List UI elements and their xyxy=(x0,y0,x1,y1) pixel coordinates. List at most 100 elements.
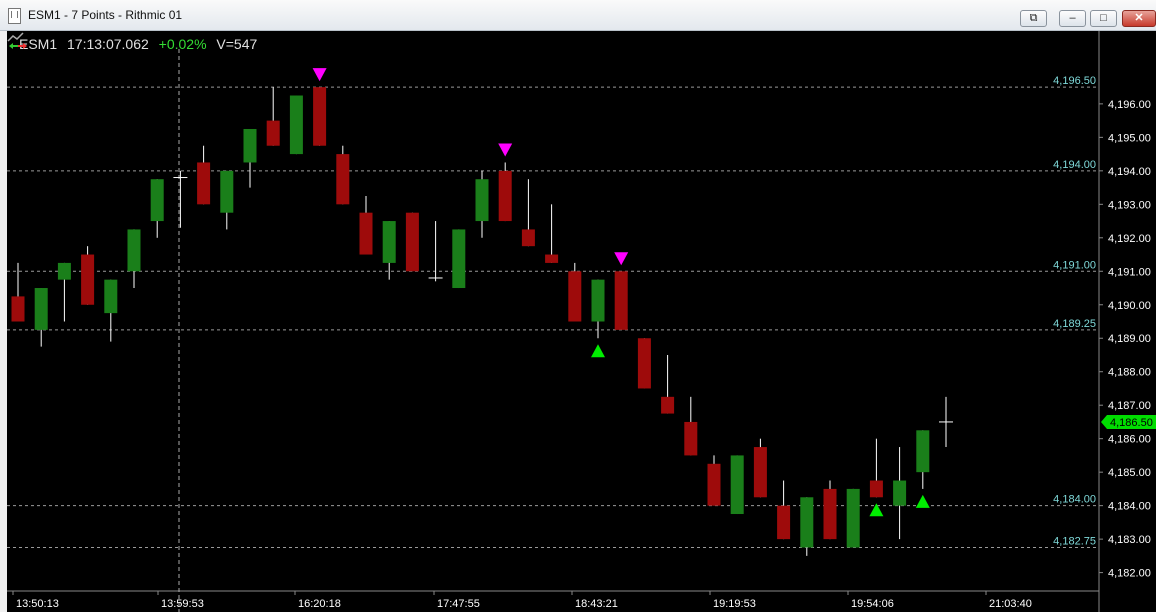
x-tick-label: 13:59:53 xyxy=(161,598,204,610)
candle-body xyxy=(730,455,744,515)
maximize-button[interactable]: □ xyxy=(1090,10,1117,27)
candle-body xyxy=(220,170,234,213)
candle-body xyxy=(104,279,118,314)
instrument-info: ESM1 17:13:07.062 +0.02% V=547 xyxy=(19,36,263,52)
volume: V=547 xyxy=(216,36,258,52)
candle xyxy=(800,497,814,556)
candle-body xyxy=(707,463,721,506)
candle-body xyxy=(800,497,814,548)
sell-signal-arrow xyxy=(614,252,629,266)
candle xyxy=(57,262,71,322)
candle xyxy=(568,262,582,322)
level-label: 4,184.00 xyxy=(1053,494,1096,506)
candle xyxy=(475,170,489,238)
candle xyxy=(34,288,48,347)
buy-signal-arrow xyxy=(915,494,930,508)
candle-body xyxy=(521,229,535,247)
minimize-button[interactable]: – xyxy=(1059,10,1086,27)
candle-body xyxy=(753,447,767,498)
candle-body xyxy=(197,162,211,205)
candle-body xyxy=(498,170,512,222)
candle xyxy=(359,195,373,255)
candle-body xyxy=(916,430,930,473)
candle xyxy=(173,170,188,228)
window-title: ESM1 - 7 Points - Rithmic 01 xyxy=(28,8,183,22)
y-tick-label: 4,195.00 xyxy=(1108,132,1151,144)
y-tick-label: 4,184.00 xyxy=(1108,501,1151,513)
candle-body xyxy=(34,288,48,330)
chart-trader-icon[interactable] xyxy=(7,31,29,51)
candle-body xyxy=(336,154,350,205)
x-tick-label: 19:54:06 xyxy=(851,598,894,610)
price-chart[interactable]: 4,196.00 4,195.00 4,194.00 4,193.00 4,192.00… xyxy=(7,31,1156,612)
y-tick-label: 4,194.00 xyxy=(1108,166,1151,178)
y-tick-label: 4,183.00 xyxy=(1108,534,1151,546)
candle-body xyxy=(382,221,396,263)
candle xyxy=(545,204,559,263)
y-tick-label: 4,196.00 xyxy=(1108,99,1151,111)
candle-body xyxy=(127,229,141,272)
candle xyxy=(846,488,860,548)
candle-body xyxy=(568,271,582,322)
level-label: 4,194.00 xyxy=(1053,159,1096,171)
level-label: 4,196.50 xyxy=(1053,75,1096,87)
y-tick-label: 4,182.00 xyxy=(1108,568,1151,580)
y-tick-label: 4,188.00 xyxy=(1108,367,1151,379)
candle xyxy=(661,354,675,414)
candle xyxy=(104,279,118,342)
candle-body xyxy=(11,296,25,322)
candle-body xyxy=(475,179,489,222)
candle-body xyxy=(637,338,651,389)
candle-body xyxy=(869,480,883,498)
candle-body xyxy=(405,212,419,272)
candle-body xyxy=(243,128,257,163)
candle xyxy=(498,162,512,222)
last-time: 17:13:07.062 xyxy=(67,36,149,52)
level-label: 4,191.00 xyxy=(1053,259,1096,271)
candle xyxy=(452,229,466,289)
change-percent: +0.02% xyxy=(158,36,207,52)
x-tick-label: 16:20:18 xyxy=(298,598,341,610)
candle xyxy=(777,480,791,540)
x-tick-label: 21:03:40 xyxy=(989,598,1032,610)
candle-body xyxy=(57,262,71,280)
buy-signal-arrow xyxy=(591,344,605,358)
candle-body xyxy=(823,488,837,540)
candle-body xyxy=(846,488,860,548)
candle-body xyxy=(81,254,95,305)
candle xyxy=(869,438,883,498)
y-tick-label: 4,189.00 xyxy=(1108,333,1151,345)
candle xyxy=(707,455,721,506)
x-tick-label: 19:19:53 xyxy=(713,598,756,610)
candle xyxy=(197,145,211,205)
y-tick-label: 4,185.00 xyxy=(1108,467,1151,479)
candle xyxy=(405,212,419,272)
candle-body xyxy=(591,279,605,322)
candle-body xyxy=(313,87,327,146)
title-bar: ESM1 - 7 Points - Rithmic 01 ⧉ – □ ✕ xyxy=(0,0,1156,31)
candle xyxy=(313,87,327,146)
candle xyxy=(81,246,95,305)
candle xyxy=(127,229,141,289)
candle xyxy=(521,179,535,247)
candle xyxy=(428,221,443,282)
candle-body xyxy=(684,421,698,456)
chart-panel[interactable]: 4,196.00 4,195.00 4,194.00 4,193.00 4,192.00… xyxy=(7,31,1156,612)
x-tick-label: 17:47:55 xyxy=(437,598,480,610)
y-tick-label: 4,187.00 xyxy=(1108,400,1151,412)
candle xyxy=(916,430,930,489)
level-label: 4,189.25 xyxy=(1053,318,1096,330)
y-tick-label: 4,193.00 xyxy=(1108,199,1151,211)
candle xyxy=(939,396,953,448)
candle xyxy=(823,480,837,540)
restore-layout-button[interactable]: ⧉ xyxy=(1020,10,1047,27)
candle xyxy=(684,396,698,456)
x-tick-label: 13:50:13 xyxy=(16,598,59,610)
close-button[interactable]: ✕ xyxy=(1122,10,1156,27)
y-tick-label: 4,186.00 xyxy=(1108,434,1151,446)
current-price-label: 4,186.50 xyxy=(1110,417,1153,429)
candle-body xyxy=(359,212,373,255)
x-tick-label: 18:43:21 xyxy=(575,598,618,610)
candle xyxy=(614,271,628,330)
candle-body xyxy=(289,95,303,155)
